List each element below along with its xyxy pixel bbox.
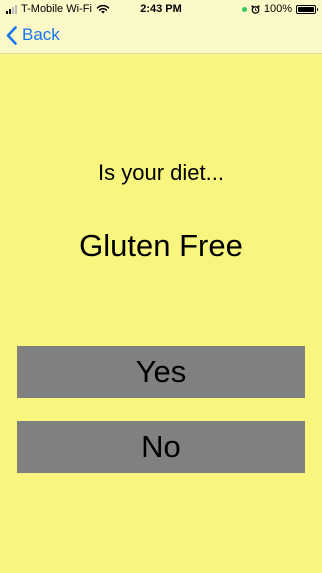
status-bar: T-Mobile Wi-Fi 2:43 PM 100% (0, 0, 322, 18)
diet-name: Gluten Free (79, 228, 243, 263)
battery-icon (296, 4, 318, 14)
no-button[interactable]: No (17, 421, 305, 473)
status-bar-right: 100% (241, 3, 318, 15)
alarm-icon (251, 4, 260, 14)
battery-fill (298, 6, 314, 12)
no-button-label: No (141, 429, 181, 464)
back-label: Back (22, 25, 60, 44)
question-text: Is your diet... (98, 160, 224, 185)
yes-button-label: Yes (135, 354, 187, 389)
camera-indicator-icon (241, 6, 247, 12)
chevron-left-icon (6, 25, 17, 45)
yes-button[interactable]: Yes (17, 346, 305, 398)
battery-percent: 100% (263, 3, 292, 15)
navigation-bar: Back (0, 18, 322, 54)
back-button[interactable]: Back (6, 25, 60, 45)
